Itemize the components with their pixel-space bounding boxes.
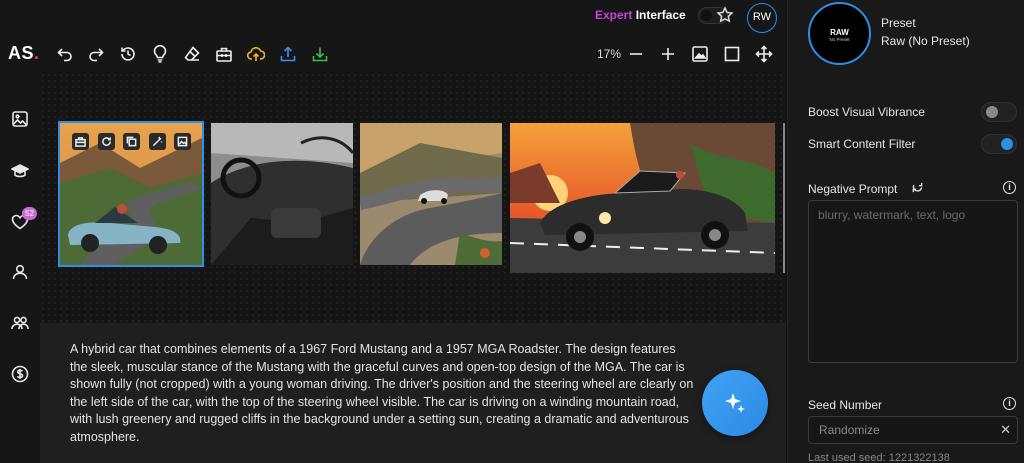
settings-panel: RAW No Preset Preset Raw (No Preset) Boo…: [787, 0, 1024, 463]
prompt-panel: A hybrid car that combines elements of a…: [40, 323, 786, 463]
generate-button[interactable]: [702, 370, 768, 436]
move-icon[interactable]: [755, 45, 773, 63]
sparkles-icon: [725, 393, 745, 413]
image-icon[interactable]: [11, 110, 29, 128]
scroll-edge: [783, 123, 786, 273]
last-used-seed: Last used seed: 1221322138: [808, 452, 950, 463]
seed-number-label: Seed Number: [808, 398, 883, 412]
upload-icon[interactable]: [279, 45, 297, 63]
favorites-count-badge: 52: [22, 207, 37, 220]
generated-image-4[interactable]: [510, 123, 775, 273]
zoom-out-icon[interactable]: [627, 45, 645, 63]
cloud-upload-icon[interactable]: [246, 45, 266, 63]
copy-icon[interactable]: [123, 133, 140, 150]
refresh-icon[interactable]: [911, 181, 924, 194]
star-icon[interactable]: [716, 6, 734, 24]
graduation-cap-icon[interactable]: [10, 162, 30, 180]
clear-icon[interactable]: ✕: [1000, 422, 1011, 438]
lightbulb-icon[interactable]: [151, 44, 169, 63]
boost-vibrance-label: Boost Visual Vibrance: [808, 105, 925, 119]
generated-image-2[interactable]: [211, 123, 353, 265]
undo-icon[interactable]: [56, 45, 74, 63]
zoom-level: 17%: [597, 47, 622, 61]
sidebar: AS. 52: [0, 0, 40, 463]
app-logo[interactable]: AS.: [8, 43, 40, 64]
preset-value[interactable]: Raw (No Preset): [881, 34, 970, 48]
dollar-icon[interactable]: [11, 365, 29, 383]
top-toolbar: Expert Interface RW 17%: [40, 0, 786, 72]
negative-prompt-field[interactable]: [808, 200, 1018, 363]
interface-mode-label: Expert Interface: [595, 8, 686, 22]
preset-label: Preset: [881, 16, 916, 30]
zoom-in-icon[interactable]: [659, 45, 677, 63]
smart-filter-label: Smart Content Filter: [808, 137, 916, 151]
redo-icon[interactable]: [87, 45, 105, 63]
seed-field[interactable]: ✕: [808, 416, 1018, 444]
users-icon[interactable]: [11, 314, 29, 332]
boost-vibrance-toggle[interactable]: [981, 102, 1017, 122]
smart-filter-toggle[interactable]: [981, 134, 1017, 154]
negative-prompt-label: Negative Prompt: [808, 182, 898, 196]
negative-prompt-input[interactable]: [809, 201, 1017, 362]
history-icon[interactable]: [119, 45, 137, 63]
user-icon[interactable]: [11, 263, 29, 281]
square-icon[interactable]: [723, 45, 741, 63]
refresh-icon[interactable]: [98, 133, 115, 150]
generated-image-3[interactable]: [360, 123, 502, 265]
image-icon[interactable]: [174, 133, 191, 150]
eraser-icon[interactable]: [183, 45, 201, 63]
user-avatar[interactable]: RW: [747, 3, 777, 33]
preset-thumbnail[interactable]: RAW No Preset: [808, 2, 871, 65]
image-icon[interactable]: [691, 45, 709, 63]
image-canvas[interactable]: [40, 72, 786, 323]
download-icon[interactable]: [311, 45, 329, 63]
negative-prompt-info-icon[interactable]: i: [1003, 181, 1016, 194]
toolbox-icon[interactable]: [72, 133, 89, 150]
seed-input[interactable]: [809, 417, 989, 443]
magic-wand-icon[interactable]: [149, 133, 166, 150]
toolbox-icon[interactable]: [215, 45, 233, 63]
generated-image-1[interactable]: [58, 121, 204, 267]
prompt-text[interactable]: A hybrid car that combines elements of a…: [70, 341, 696, 447]
seed-info-icon[interactable]: i: [1003, 397, 1016, 410]
